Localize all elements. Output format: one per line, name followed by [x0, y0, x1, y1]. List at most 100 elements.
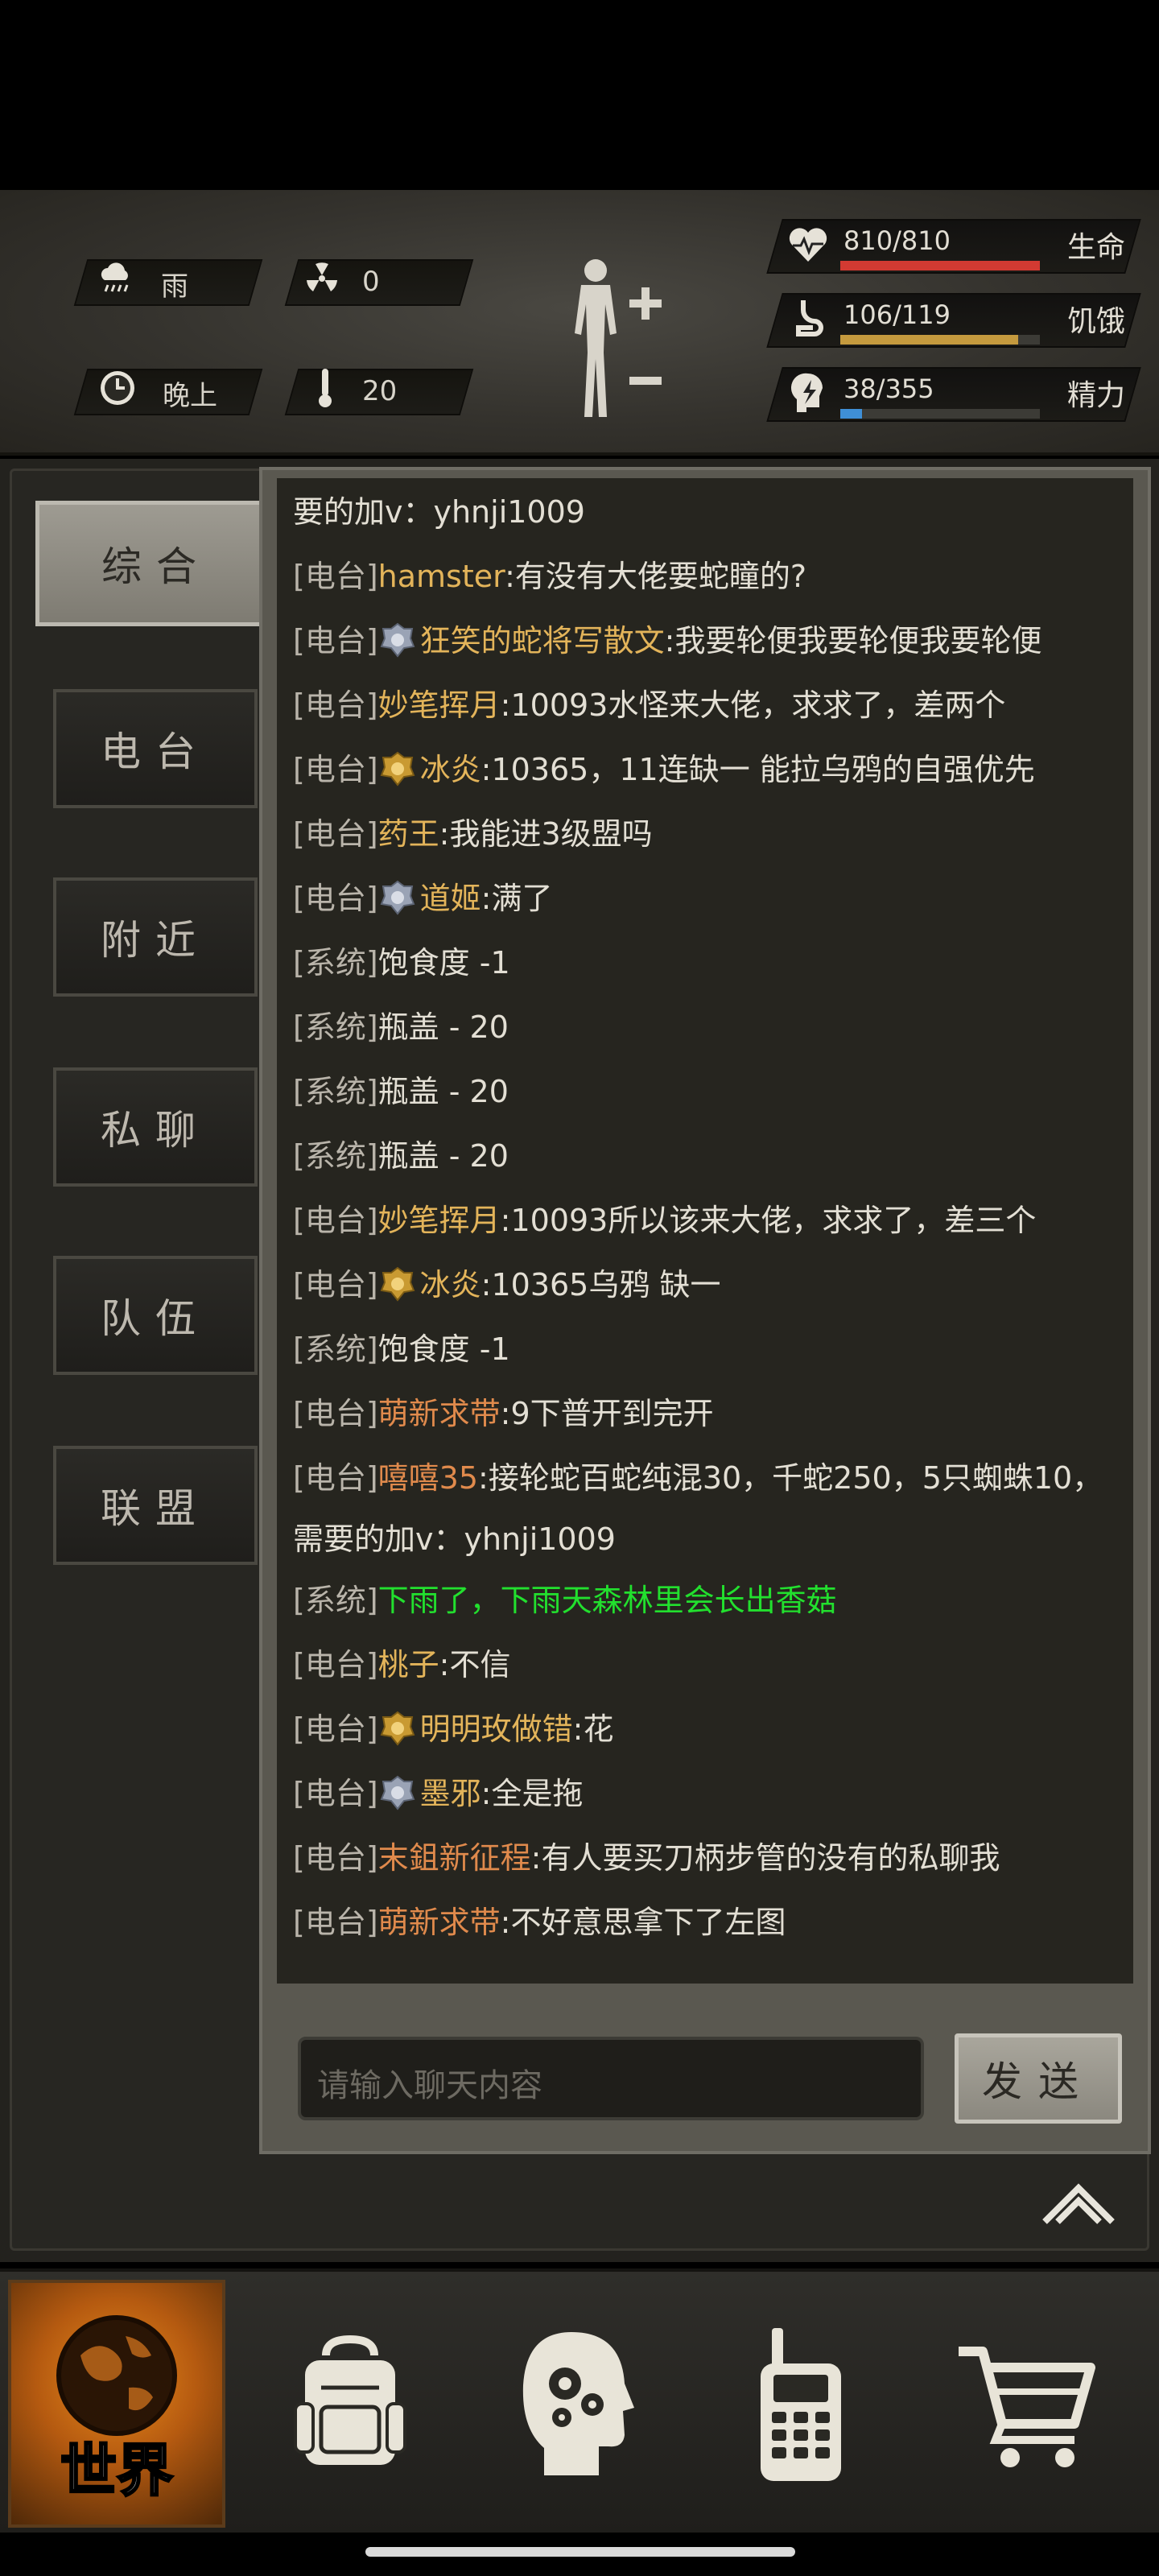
message-sender[interactable]: hamster — [378, 559, 505, 594]
health-label: 生命 — [1067, 231, 1126, 264]
message-text: :10093所以该来大佬，求求了，差三个 — [500, 1203, 1037, 1238]
radiation-icon — [299, 256, 344, 301]
tab-radio[interactable]: 电台 — [53, 689, 258, 808]
message-sender[interactable]: 萌新求带 — [378, 1396, 501, 1431]
thermometer-icon — [303, 365, 348, 411]
chat-message: [电台] 冰炎:10365乌鸦 缺一 — [293, 1254, 1127, 1315]
chat-message: [电台]hamster:有没有大佬要蛇瞳的? — [293, 546, 1127, 607]
tab-private[interactable]: 私聊 — [53, 1067, 258, 1187]
message-channel: [电台] — [293, 559, 378, 594]
chat-message: [系统]瓶盖 - 20 — [293, 997, 1127, 1058]
message-sender[interactable]: 末鉏新征程 — [378, 1840, 531, 1876]
chat-message: [系统]饱食度 -1 — [293, 932, 1127, 993]
message-channel: [电台] — [293, 623, 378, 658]
health-value: 810/810 — [843, 225, 951, 256]
message-channel: [电台] — [293, 816, 378, 852]
energy-label: 精力 — [1067, 379, 1126, 412]
chat-message: [电台]嘻嘻35:接轮蛇百蛇纯混30，千蛇250，5只蜘蛛10，需要的加v：yh… — [293, 1447, 1127, 1570]
nav-radio[interactable] — [692, 2280, 909, 2528]
message-channel: [电台] — [293, 1711, 378, 1747]
temperature-value: 20 — [362, 375, 398, 407]
message-text: 饱食度 -1 — [377, 945, 510, 980]
message-text: 下雨了，下雨天森林里会长出香菇 — [377, 1583, 837, 1618]
radiation-value: 0 — [362, 266, 380, 298]
chat-message: [电台] 明明玫做错:花 — [293, 1699, 1127, 1760]
message-sender[interactable]: 嘻嘻35 — [378, 1460, 478, 1496]
message-sender[interactable]: 墨邪 — [420, 1776, 481, 1811]
message-channel: [系统] — [293, 1331, 378, 1367]
gold-rank-badge-icon — [380, 1261, 415, 1302]
chat-input[interactable]: 请输入聊天内容 — [298, 2037, 924, 2120]
message-text: :我要轮便我要轮便我要轮便 — [664, 623, 1042, 658]
message-sender[interactable]: 狂笑的蛇将写散文 — [420, 623, 665, 658]
tab-nearby[interactable]: 附近 — [53, 877, 258, 997]
health-bar — [840, 261, 1040, 270]
send-button[interactable]: 发送 — [955, 2033, 1122, 2124]
message-text: :9下普开到完开 — [500, 1396, 714, 1431]
message-channel: [电台] — [293, 1776, 378, 1811]
chat-message: 要的加v：yhnji1009 — [293, 481, 1127, 543]
message-text: :10365乌鸦 缺一 — [481, 1267, 721, 1302]
chat-message: [系统]瓶盖 - 20 — [293, 1125, 1127, 1187]
tab-alliance[interactable]: 联盟 — [53, 1446, 258, 1565]
rain-icon — [93, 256, 138, 301]
message-text: :有没有大佬要蛇瞳的? — [505, 559, 807, 594]
message-channel: [系统] — [293, 1138, 378, 1174]
collapse-up-icon[interactable] — [1038, 2174, 1119, 2230]
message-text: 要的加v：yhnji1009 — [293, 494, 585, 530]
nav-shop[interactable] — [918, 2280, 1135, 2528]
message-sender[interactable]: 明明玫做错 — [420, 1711, 573, 1747]
nav-world[interactable]: 世界 — [8, 2280, 225, 2528]
message-channel: [系统] — [293, 1009, 378, 1045]
message-text: :有人要买刀柄步管的没有的私聊我 — [530, 1840, 1000, 1876]
clock-icon — [95, 365, 140, 411]
silver-rank-badge-icon — [380, 617, 415, 658]
nav-world-label: 世界 — [60, 2437, 175, 2505]
chat-message: [系统]下雨了，下雨天森林里会长出香菇 — [293, 1570, 1127, 1631]
message-text: 瓶盖 - 20 — [377, 1074, 509, 1109]
weather-text: 雨 — [161, 270, 188, 303]
heart-icon — [786, 222, 831, 267]
home-indicator — [365, 2547, 795, 2557]
message-sender[interactable]: 妙笔挥月 — [378, 1203, 501, 1238]
hunger-bar — [840, 335, 1040, 345]
message-text: 瓶盖 - 20 — [377, 1138, 509, 1174]
message-text: :不好意思拿下了左图 — [500, 1905, 786, 1940]
nav-skills[interactable] — [467, 2280, 684, 2528]
chat-message: [电台]妙笔挥月:10093水怪来大佬，求求了，差两个 — [293, 675, 1127, 736]
message-sender[interactable]: 冰炎 — [420, 1267, 481, 1302]
time-text: 晚上 — [163, 380, 217, 412]
tab-general[interactable]: 综合 — [35, 501, 277, 626]
message-sender[interactable]: 药王 — [378, 816, 439, 852]
message-channel: [电台] — [293, 881, 378, 916]
message-text: :全是拖 — [481, 1776, 584, 1811]
message-channel: [电台] — [293, 687, 378, 723]
chat-panel: 要的加v：yhnji1009 [电台]hamster:有没有大佬要蛇瞳的? [电台]… — [259, 467, 1151, 2154]
message-text: :10365，11连缺一 能拉乌鸦的自强优先 — [481, 752, 1035, 787]
message-text: :花 — [572, 1711, 614, 1747]
message-sender[interactable]: 妙笔挥月 — [378, 687, 501, 723]
message-sender[interactable]: 道姬 — [420, 881, 481, 916]
shopping-cart-icon — [959, 2347, 1095, 2467]
message-text: :满了 — [481, 881, 553, 916]
message-text: :我能进3级盟吗 — [439, 816, 653, 852]
message-sender[interactable]: 冰炎 — [420, 752, 481, 787]
chat-log[interactable]: 要的加v：yhnji1009 [电台]hamster:有没有大佬要蛇瞳的? [电台]… — [277, 478, 1133, 1984]
message-channel: [电台] — [293, 1905, 378, 1940]
backpack-icon — [294, 2334, 406, 2465]
message-text: :10093水怪来大佬，求求了，差两个 — [500, 687, 1006, 723]
message-sender[interactable]: 萌新求带 — [378, 1905, 501, 1940]
message-channel: [电台] — [293, 1647, 378, 1682]
character-figure[interactable] — [555, 256, 716, 425]
message-sender[interactable]: 桃子 — [378, 1647, 439, 1682]
chat-message: [电台] 狂笑的蛇将写散文:我要轮便我要轮便我要轮便 — [293, 610, 1127, 671]
silver-rank-badge-icon — [380, 874, 415, 915]
message-channel: [系统] — [293, 1583, 378, 1618]
energy-value: 38/355 — [843, 374, 934, 404]
tab-team[interactable]: 队伍 — [53, 1256, 258, 1375]
bottom-nav: 世界 — [0, 2268, 1159, 2533]
gold-rank-badge-icon — [380, 745, 415, 786]
silver-rank-badge-icon — [380, 1769, 415, 1810]
nav-backpack[interactable] — [241, 2280, 459, 2528]
message-channel: [系统] — [293, 945, 378, 980]
